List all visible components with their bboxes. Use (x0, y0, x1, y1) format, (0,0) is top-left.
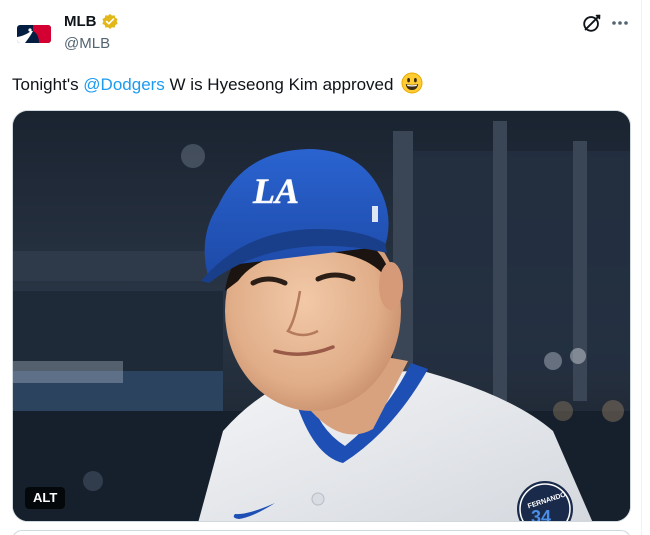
next-card-edge (12, 530, 631, 535)
tweet-photo[interactable]: LA FERNANDO 34 ALT (12, 110, 631, 522)
tweet: MLB @MLB Tonight's @Dodgers W is Hyeseon… (0, 0, 650, 535)
timeline-divider (641, 0, 642, 535)
mention-link[interactable]: @Dodgers (83, 75, 165, 94)
grok-icon[interactable] (581, 12, 603, 34)
author-display-name[interactable]: MLB (64, 12, 97, 32)
author-avatar[interactable] (14, 14, 54, 54)
alt-text-badge[interactable]: ALT (25, 487, 66, 509)
cap-logo: LA (252, 171, 299, 211)
gold-verified-badge-icon[interactable] (101, 13, 119, 31)
mlb-logo-icon (17, 25, 51, 43)
more-horizontal-icon[interactable] (609, 12, 631, 34)
author-handle[interactable]: @MLB (64, 34, 110, 54)
player-photo: LA FERNANDO 34 (13, 111, 630, 522)
tweet-text-end: W is Hyeseong Kim approved (164, 75, 399, 94)
patch-number: 34 (531, 507, 551, 522)
tweet-text: Tonight's @Dodgers W is Hyeseong Kim app… (12, 72, 423, 97)
grinning-face-emoji-icon (401, 72, 423, 94)
tweet-text-start: Tonight's (12, 75, 84, 94)
author-name-row: MLB (64, 12, 119, 32)
